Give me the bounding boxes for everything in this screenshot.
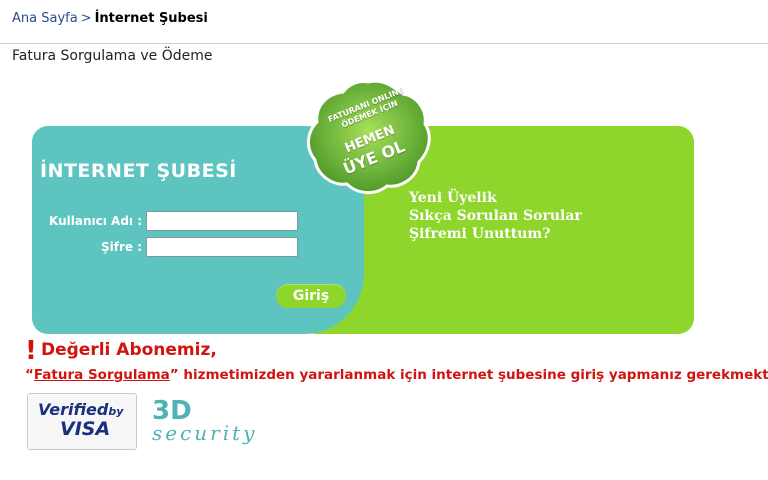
notice-message: “Fatura Sorgulama” hizmetimizden yararla… [25, 367, 768, 383]
breadcrumb: Ana Sayfa > İnternet Şubesi [12, 11, 208, 26]
visa-by-word: by [108, 405, 124, 418]
notice-quote-open: “ [25, 367, 34, 383]
visa-verified-word: Verified [38, 400, 109, 419]
visa-word: VISA [60, 418, 111, 440]
new-member-link[interactable]: Yeni Üyelik [409, 189, 582, 207]
breadcrumb-current: İnternet Şubesi [94, 11, 208, 26]
breadcrumb-home-link[interactable]: Ana Sayfa [12, 11, 78, 26]
account-links: Yeni Üyelik Sıkça Sorulan Sorular Şifrem… [409, 189, 582, 243]
username-label: Kullanıcı Adı : [49, 214, 142, 228]
login-title: İNTERNET ŞUBESİ [40, 160, 237, 182]
login-button[interactable]: Giriş [276, 284, 346, 308]
notice-quote-close: ” [169, 367, 179, 383]
forgot-password-link[interactable]: Şifremi Unuttum? [409, 225, 582, 243]
fatura-sorgulama-link[interactable]: Fatura Sorgulama [34, 367, 170, 383]
password-input[interactable] [146, 237, 298, 257]
faq-link[interactable]: Sıkça Sorulan Sorular [409, 207, 582, 225]
password-label: Şifre : [100, 240, 142, 254]
notice-body: hizmetimizden yararlanmak için internet … [178, 367, 768, 383]
notice-title: Değerli Abonemiz, [41, 340, 217, 360]
username-input[interactable] [146, 211, 298, 231]
breadcrumb-separator: > [80, 11, 92, 26]
header-divider [0, 43, 768, 44]
secure-3d-word: security [152, 421, 258, 445]
visa-verified-text: Verifiedby [38, 400, 123, 419]
alert-icon: ! [25, 336, 37, 366]
page-title: Fatura Sorgulama ve Ödeme [12, 48, 213, 64]
